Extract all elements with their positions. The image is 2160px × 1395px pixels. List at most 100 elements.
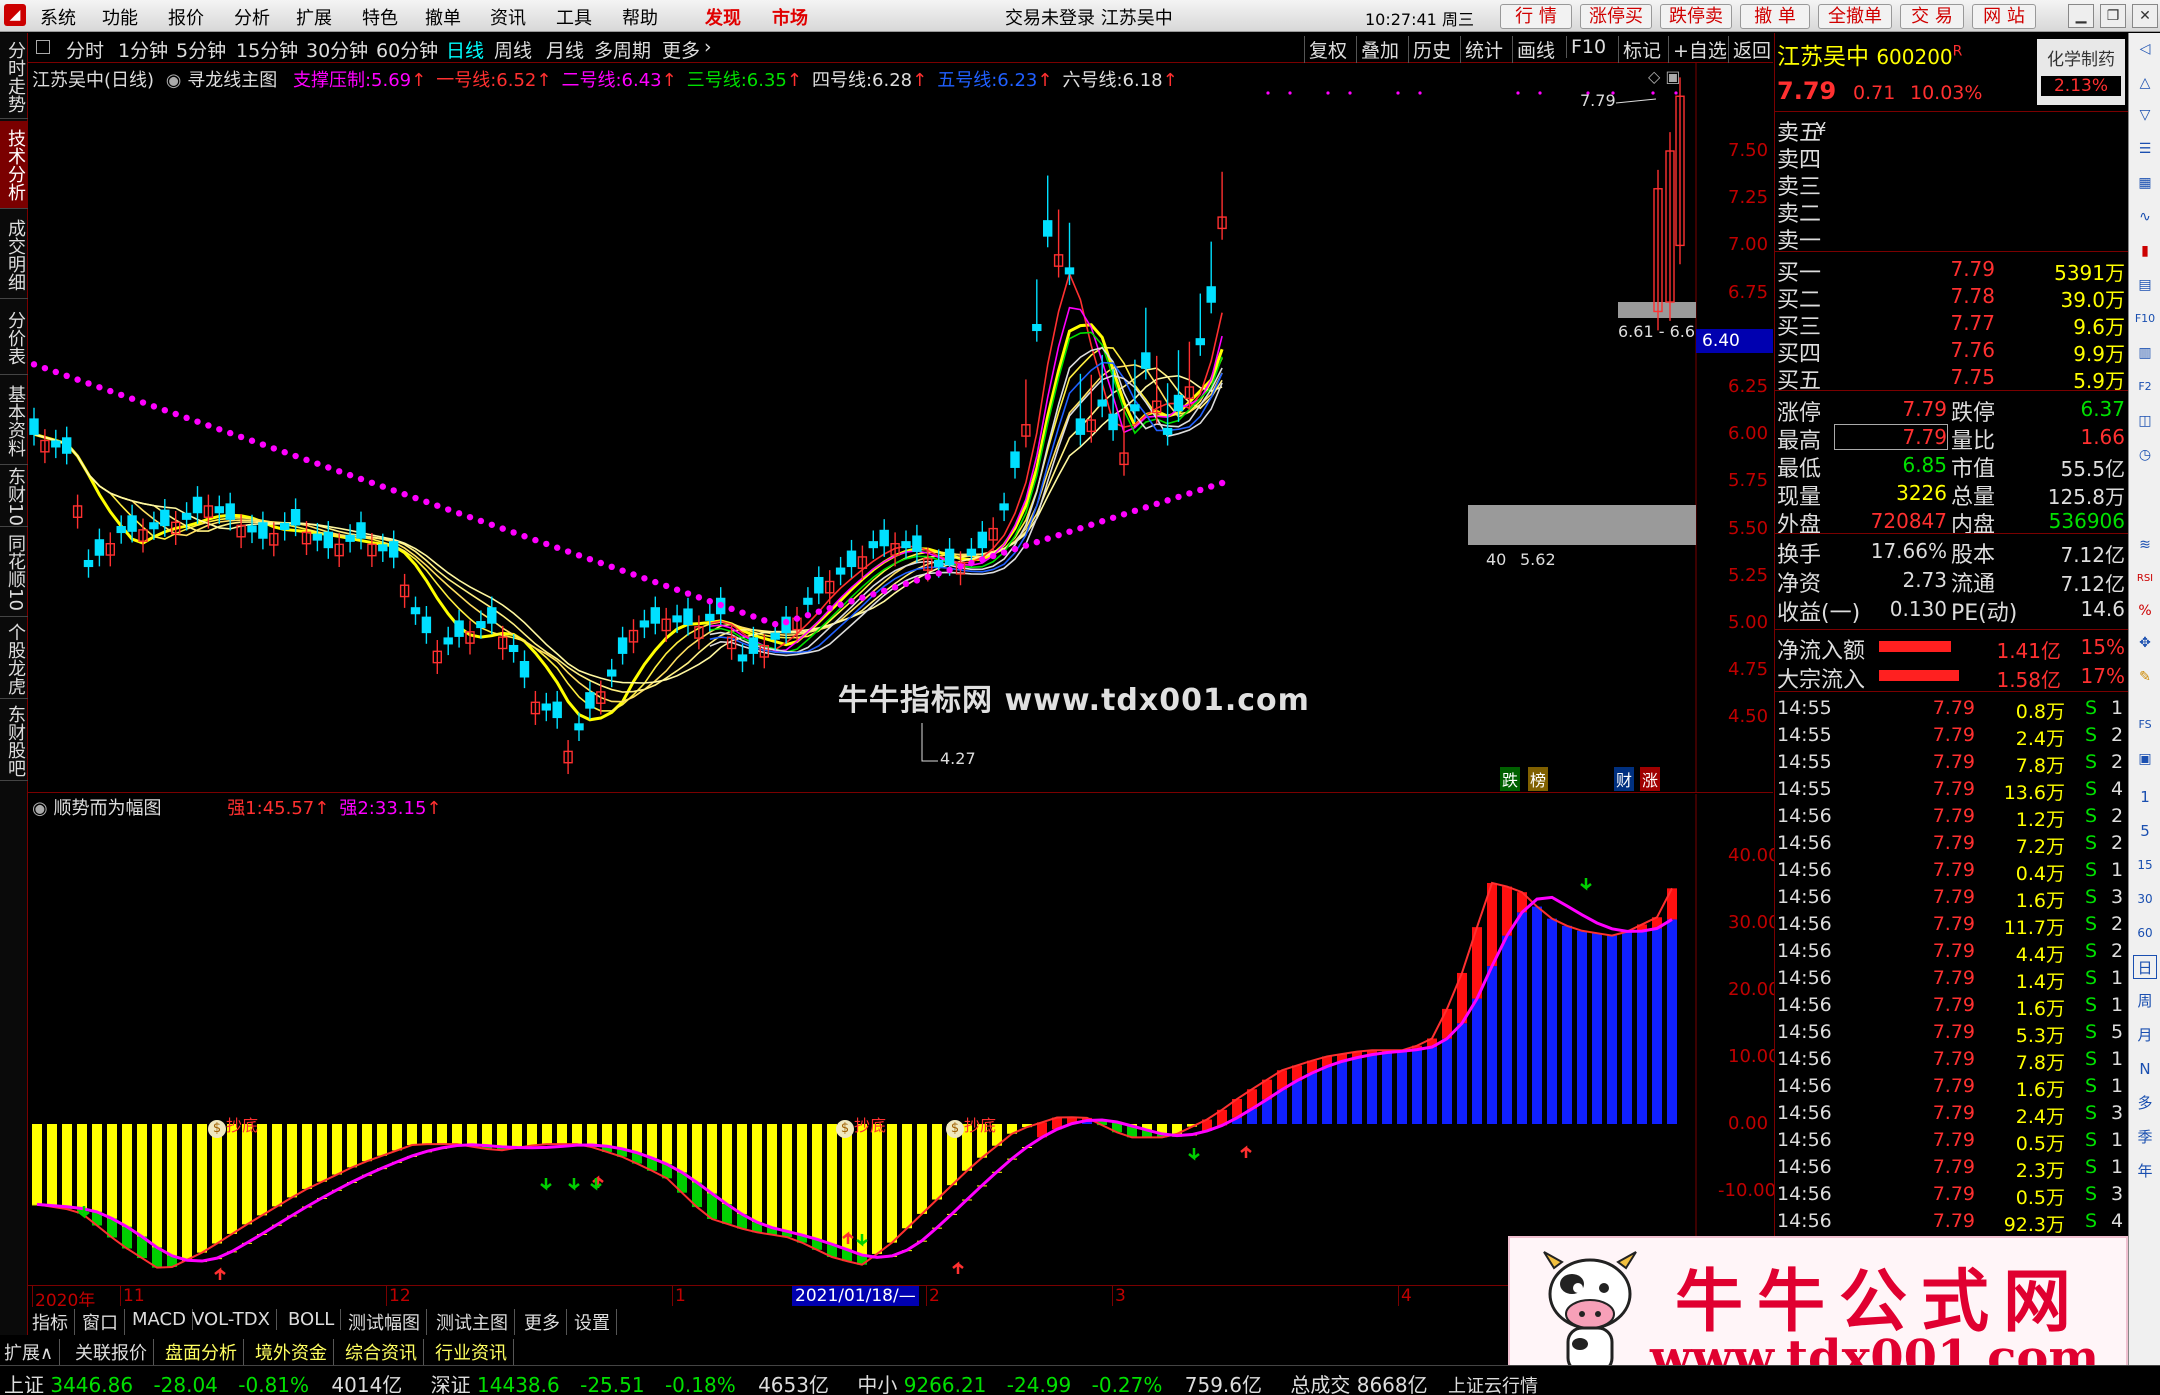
period-tab-5[interactable]: 60分钟	[376, 36, 438, 63]
indicator-tab-1[interactable]: 窗口	[82, 1309, 125, 1335]
period-tab-10[interactable]: 更多	[662, 36, 700, 63]
left-tab-7[interactable]: 个股龙虎	[0, 619, 28, 699]
restore-icon[interactable]: ❐	[2100, 4, 2126, 28]
chart-settings-icon[interactable]: ◇ ▣	[1648, 67, 1681, 86]
toolbar-right-1[interactable]: 叠加	[1356, 36, 1399, 63]
sidebar-period-2[interactable]: 15	[2133, 853, 2157, 877]
main-chart-panel[interactable]: 江苏吴中(日线) ◉ 寻龙线主图 支撑压制:5.69↑ 一号线:6.52↑ 二号线:…	[28, 63, 1773, 793]
top-button-1[interactable]: 涨停买	[1580, 4, 1652, 29]
menu-item-0[interactable]: 系统	[40, 4, 76, 30]
chart-icon[interactable]: ◫	[2133, 409, 2157, 433]
arrow-down-icon[interactable]: ▽	[2133, 103, 2157, 127]
toggle-panel-icon[interactable]	[36, 40, 50, 54]
indicator-tab-3[interactable]: VOL-TDX	[192, 1309, 277, 1330]
fs-icon[interactable]: FS	[2133, 713, 2157, 737]
f10-icon[interactable]: F10	[2133, 307, 2157, 331]
toolbar-right-4[interactable]: 画线	[1512, 36, 1555, 63]
period-tab-3[interactable]: 15分钟	[236, 36, 298, 63]
minimize-icon[interactable]: ▁	[2068, 4, 2094, 28]
menu-item-7[interactable]: 资讯	[490, 4, 526, 30]
menu-market[interactable]: 市场	[772, 4, 808, 30]
left-tab-2[interactable]: 成交明细	[0, 211, 28, 299]
sidebar-period-10[interactable]: 季	[2133, 1125, 2157, 1149]
toolbar-right-2[interactable]: 历史	[1408, 36, 1451, 63]
indicator-tab-2[interactable]: MACD	[132, 1309, 193, 1330]
period-tab-2[interactable]: 5分钟	[176, 36, 226, 63]
move-icon[interactable]: ✥	[2133, 631, 2157, 655]
sidebar-period-4[interactable]: 60	[2133, 921, 2157, 945]
menu-item-4[interactable]: 扩展	[296, 4, 332, 30]
wave-icon[interactable]: ≋	[2133, 533, 2157, 557]
sidebar-period-6[interactable]: 周	[2133, 989, 2157, 1013]
sub-indicator-toggle-icon[interactable]: ◉	[32, 798, 48, 819]
sidebar-period-5[interactable]: 日	[2133, 955, 2157, 979]
doc-icon[interactable]: ▤	[2133, 273, 2157, 297]
candle-icon[interactable]: ▮	[2133, 239, 2157, 263]
table-icon[interactable]: ▥	[2133, 341, 2157, 365]
menu-discover[interactable]: 发现	[705, 4, 741, 30]
toolbar-right-7[interactable]: +自选	[1668, 36, 1727, 63]
period-tab-9[interactable]: 多周期	[594, 36, 651, 63]
extension-tab-5[interactable]: 行业资讯	[435, 1339, 514, 1365]
extension-tab-0[interactable]: 扩展∧	[4, 1339, 61, 1365]
left-tab-0[interactable]: 分时走势	[0, 35, 28, 119]
top-button-2[interactable]: 跌停卖	[1660, 4, 1732, 29]
sidebar-period-0[interactable]: 1	[2133, 785, 2157, 809]
period-tab-1[interactable]: 1分钟	[118, 36, 168, 63]
indicator-tab-4[interactable]: BOLL	[288, 1309, 342, 1330]
menu-item-8[interactable]: 工具	[556, 4, 592, 30]
period-tab-7[interactable]: 周线	[494, 36, 532, 63]
sidebar-period-1[interactable]: 5	[2133, 819, 2157, 843]
extension-tab-3[interactable]: 境外资金	[255, 1339, 334, 1365]
indicator-tab-6[interactable]: 测试主图	[436, 1309, 515, 1335]
menu-item-9[interactable]: 帮助	[622, 4, 658, 30]
indicator-tab-7[interactable]: 更多	[524, 1309, 567, 1335]
left-tab-5[interactable]: 东财10	[0, 467, 28, 527]
sidebar-period-11[interactable]: 年	[2133, 1159, 2157, 1183]
indicator-tab-0[interactable]: 指标	[32, 1309, 75, 1335]
status-tail[interactable]: 上证云行情	[1448, 1376, 1538, 1395]
list-icon[interactable]: ☰	[2133, 137, 2157, 161]
menu-item-3[interactable]: 分析	[234, 4, 270, 30]
rsi-icon[interactable]: RSI	[2133, 567, 2157, 591]
close-icon[interactable]: ✕	[2132, 4, 2158, 28]
sub-chart-panel[interactable]: ◉ 顺势而为幅图 强1:45.57↑ 强2:33.15↑ 40.00 30.00 20…	[28, 794, 1780, 1286]
percent-icon[interactable]: %	[2133, 599, 2157, 623]
menu-item-2[interactable]: 报价	[168, 4, 204, 30]
top-button-3[interactable]: 撤 单	[1740, 4, 1810, 29]
left-tab-1[interactable]: 技术分析	[0, 121, 28, 209]
sidebar-period-7[interactable]: 月	[2133, 1023, 2157, 1047]
toolbar-right-0[interactable]: 复权	[1304, 36, 1347, 63]
period-tab-4[interactable]: 30分钟	[306, 36, 368, 63]
menu-item-6[interactable]: 撤单	[425, 4, 461, 30]
extension-tab-1[interactable]: 关联报价	[75, 1339, 154, 1365]
toolbar-right-8[interactable]: 返回	[1728, 36, 1771, 63]
menu-item-1[interactable]: 功能	[102, 4, 138, 30]
period-tab-8[interactable]: 月线	[546, 36, 584, 63]
left-tab-4[interactable]: 基本资料	[0, 377, 28, 465]
arrow-left-icon[interactable]: ◁	[2133, 37, 2157, 61]
sector-box[interactable]: 化学制药 2.13%	[2037, 39, 2125, 105]
period-tab-6[interactable]: 日线	[446, 36, 484, 63]
left-tab-8[interactable]: 东财股吧	[0, 701, 28, 781]
clock-icon[interactable]: ◷	[2133, 443, 2157, 467]
f2-icon[interactable]: F2	[2133, 375, 2157, 399]
indicator-toggle-icon[interactable]: ◉	[166, 70, 182, 91]
top-button-6[interactable]: 网 站	[1972, 4, 2036, 29]
bang-badge[interactable]: 榜	[1528, 767, 1549, 791]
line-chart-icon[interactable]: ∿	[2133, 205, 2157, 229]
sidebar-period-9[interactable]: 多	[2133, 1091, 2157, 1115]
zhang-badge[interactable]: 涨	[1640, 767, 1661, 791]
sidebar-period-8[interactable]: N	[2133, 1057, 2157, 1081]
toolbar-right-5[interactable]: F10	[1566, 36, 1606, 58]
indicator-tab-5[interactable]: 测试幅图	[348, 1309, 427, 1335]
screen-icon[interactable]: ▣	[2133, 747, 2157, 771]
pen-icon[interactable]: ✎	[2133, 665, 2157, 689]
top-button-0[interactable]: 行 情	[1500, 4, 1572, 29]
top-button-5[interactable]: 交 易	[1900, 4, 1964, 29]
toolbar-right-6[interactable]: 标记	[1618, 36, 1661, 63]
die-badge[interactable]: 跌	[1500, 767, 1521, 791]
menu-item-5[interactable]: 特色	[362, 4, 398, 30]
more-chevron-icon[interactable]: ›	[704, 36, 712, 58]
top-button-4[interactable]: 全撤单	[1818, 4, 1892, 29]
